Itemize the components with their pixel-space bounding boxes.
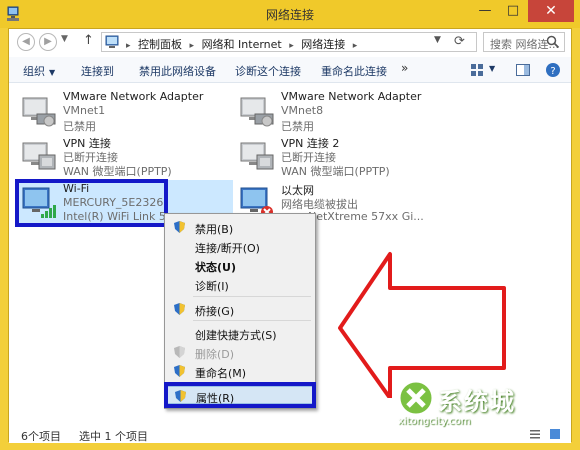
connection-device: WAN 微型端口(PPTP) — [63, 165, 172, 178]
vpn-connection-icon — [240, 142, 274, 170]
search-icon[interactable] — [546, 35, 560, 49]
network-adapter-icon — [240, 97, 274, 127]
item-count: 6个项目 — [21, 430, 61, 443]
connection-device: WAN 微型端口(PPTP) — [281, 165, 390, 178]
watermark-logo: 系统城 xitongcity.com — [396, 378, 546, 434]
forward-button[interactable]: ▶ — [39, 33, 57, 51]
watermark-brand: 系统城 — [438, 388, 516, 416]
watermark-x-icon — [397, 379, 435, 417]
selection-count: 选中 1 个项目 — [79, 430, 148, 443]
connect-to-button[interactable]: 连接到 — [81, 63, 114, 79]
menu-item-status[interactable]: 状态(U) — [167, 256, 313, 274]
preview-pane-icon[interactable] — [515, 62, 531, 78]
connection-name: VMware Network Adapter — [281, 90, 422, 103]
more-commands-button[interactable]: » — [401, 61, 408, 75]
view-options-icon[interactable] — [469, 62, 485, 78]
address-row: ◀ ▶ ▼ ↑ ▸ 控制面板 ▸ 网络和 Internet ▸ 网络连接 ▸ ▼… — [9, 29, 571, 55]
menu-separator — [193, 296, 311, 297]
breadcrumb-item[interactable]: 网络和 Internet — [202, 38, 282, 51]
network-adapter-icon — [22, 97, 56, 127]
context-menu: 禁用(B) 连接/断开(O) 状态(U) 诊断(I) 桥接(G) 创建快捷方式(… — [164, 213, 316, 409]
menu-item-connect-disconnect[interactable]: 连接/断开(O) — [167, 237, 313, 255]
address-bar[interactable]: ▸ 控制面板 ▸ 网络和 Internet ▸ 网络连接 ▸ ▼ ⟳ — [101, 32, 477, 52]
minimize-button[interactable]: — — [472, 0, 498, 22]
maximize-button[interactable]: □ — [500, 0, 526, 22]
refresh-icon[interactable]: ⟳ — [454, 34, 465, 49]
connection-device: VMnet1 — [63, 104, 106, 117]
menu-item-create-shortcut[interactable]: 创建快捷方式(S) — [167, 324, 313, 342]
menu-separator — [193, 320, 311, 321]
breadcrumb: ▸ 控制面板 ▸ 网络和 Internet ▸ 网络连接 ▸ — [126, 38, 358, 51]
uac-shield-icon — [174, 346, 185, 358]
menu-item-diagnose[interactable]: 诊断(I) — [167, 275, 313, 293]
breadcrumb-item[interactable]: 控制面板 — [138, 38, 182, 51]
connection-name: VMware Network Adapter — [63, 90, 204, 103]
annotation-highlight-box — [164, 382, 316, 408]
organize-button[interactable]: 组织 ▼ — [23, 63, 55, 79]
back-button[interactable]: ◀ — [17, 33, 35, 51]
watermark-url: xitongcity.com — [398, 416, 471, 427]
connection-status: 已禁用 — [281, 120, 314, 133]
close-button[interactable]: ✕ — [528, 0, 574, 22]
control-panel-icon — [105, 35, 119, 48]
rename-connection-button[interactable]: 重命名此连接 — [321, 63, 387, 79]
chevron-down-icon: ▼ — [49, 68, 56, 77]
menu-item-rename[interactable]: 重命名(M) — [167, 362, 313, 380]
address-dropdown-icon[interactable]: ▼ — [434, 35, 441, 45]
uac-shield-icon — [174, 303, 185, 315]
connection-device: VMnet8 — [281, 104, 324, 117]
breadcrumb-item[interactable]: 网络连接 — [301, 38, 345, 51]
window: 网络连接 — □ ✕ ◀ ▶ ▼ ↑ ▸ 控制面板 ▸ 网络和 Internet — [0, 0, 580, 450]
uac-shield-icon — [174, 221, 185, 233]
help-icon[interactable]: ? — [545, 62, 561, 78]
vpn-connection-icon — [22, 142, 56, 170]
menu-item-bridge[interactable]: 桥接(G) — [167, 300, 313, 318]
title-bar: 网络连接 — □ ✕ — [0, 0, 580, 28]
menu-item-disable[interactable]: 禁用(B) — [167, 218, 313, 236]
menu-item-delete: 删除(D) — [167, 343, 313, 361]
diagnose-connection-button[interactable]: 诊断这个连接 — [235, 63, 301, 79]
svg-text:?: ? — [550, 66, 555, 77]
recent-locations-chevron-icon[interactable]: ▼ — [61, 34, 68, 44]
command-bar: 组织 ▼ 连接到 禁用此网络设备 诊断这个连接 重命名此连接 » ▼ ? — [9, 57, 571, 83]
annotation-arrow — [338, 252, 506, 398]
search-box[interactable]: 搜索 网络连... — [483, 32, 565, 52]
list-item[interactable]: VMware Network Adapter VMnet8 已禁用 — [233, 88, 433, 133]
disable-device-button[interactable]: 禁用此网络设备 — [139, 63, 216, 79]
uac-shield-icon — [174, 365, 185, 377]
annotation-highlight-box — [15, 179, 168, 227]
view-dropdown-icon[interactable]: ▼ — [489, 64, 495, 73]
list-item[interactable]: VMware Network Adapter VMnet1 已禁用 — [15, 88, 215, 133]
list-item[interactable]: VPN 连接 2 已断开连接 WAN 微型端口(PPTP) — [233, 133, 433, 178]
list-item[interactable]: VPN 连接 已断开连接 WAN 微型端口(PPTP) — [15, 133, 215, 178]
large-icons-view-icon[interactable] — [549, 428, 561, 440]
connection-status: 已禁用 — [63, 120, 96, 133]
up-arrow-icon[interactable]: ↑ — [83, 33, 94, 48]
